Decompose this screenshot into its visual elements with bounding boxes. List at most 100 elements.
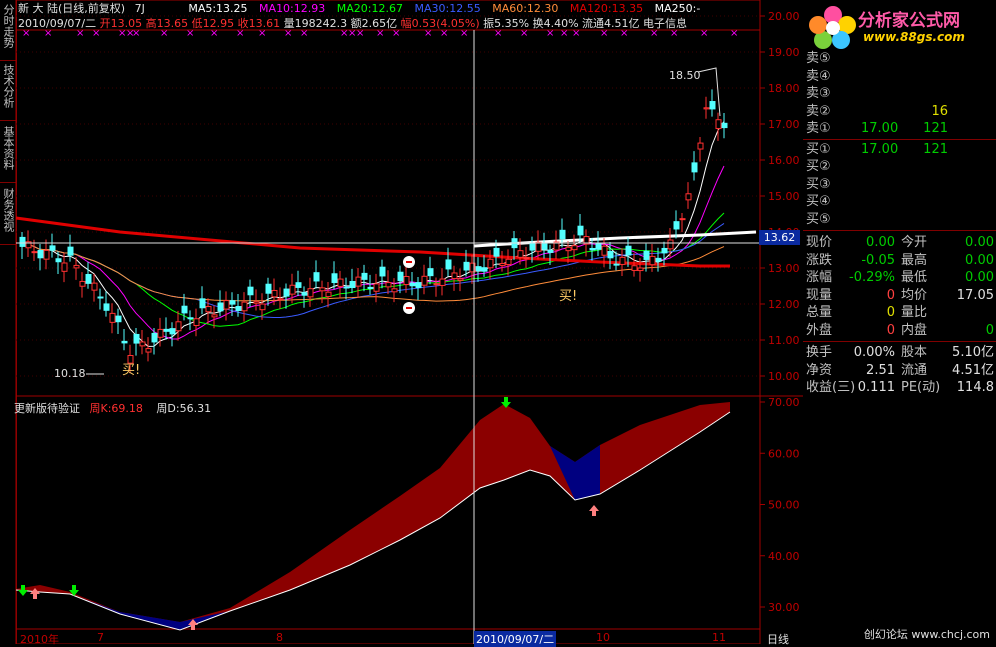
indicator-tick-label: 40.00 — [768, 550, 800, 563]
bar-date: 2010/09/07/二 — [18, 17, 97, 30]
crosshair-price-tag: 13.62 — [759, 230, 800, 245]
candle-body — [715, 119, 722, 129]
candle-body — [631, 265, 638, 271]
quote-stat-row-cell-1: -0.29% — [849, 270, 895, 285]
bid-level-2[interactable]: 买② — [803, 158, 996, 175]
candle-body — [673, 221, 680, 230]
ma10-line — [21, 165, 725, 340]
fund-stat-row-cell-1: 0.111 — [857, 380, 895, 395]
fund-stat-row-cell-3: 5.10亿 — [952, 345, 994, 360]
candle-body — [343, 286, 350, 289]
candle-body — [391, 288, 398, 293]
candle-body — [691, 162, 698, 173]
candle-body — [517, 250, 524, 258]
candle-body — [43, 249, 50, 260]
candle-body — [397, 271, 404, 282]
quote-stat-row: 现量 0 均价 17.05 — [803, 287, 996, 304]
candle-body — [187, 317, 194, 320]
price-tick-label: 10.00 — [768, 370, 800, 383]
flower-logo-icon — [809, 6, 856, 49]
down-arrow-icon — [18, 585, 28, 596]
candle-body — [373, 283, 380, 292]
sector-label: 电子信息 — [643, 17, 688, 30]
logo-url: www.88gs.com — [863, 30, 965, 44]
candle-body — [211, 314, 218, 318]
price-tick-label: 12.00 — [768, 298, 800, 311]
ask-level-5-label: 卖⑤ — [806, 51, 831, 66]
ask-level-4[interactable]: 卖④ — [803, 68, 996, 85]
indicator-k-label: 周K:69.18 — [89, 402, 143, 415]
candle-body — [685, 193, 692, 201]
fund-stat-row-cell-0: 净资 — [806, 362, 833, 378]
amplitude-label: 振5.35% — [483, 17, 530, 30]
candle-body — [559, 229, 566, 240]
ma120-label: MA120:13.35 — [569, 2, 644, 15]
candle-body — [655, 257, 662, 262]
candle-body — [145, 348, 152, 353]
ask-level-3[interactable]: 卖③ — [803, 85, 996, 102]
candle-body — [217, 302, 224, 312]
indicator-d-label: 周D:56.31 — [156, 402, 212, 415]
bid-level-1-label: 买① — [806, 141, 831, 157]
quote-stat-row-cell-1: 0.00 — [866, 235, 895, 250]
indicator-tick-label: 70.00 — [768, 396, 800, 409]
quote-divider — [803, 230, 996, 231]
indicator-axis: 70.00 60.00 50.00 40.00 30.00 — [760, 396, 800, 614]
quote-stat-row-cell-0: 涨跌 — [806, 252, 833, 268]
candle-body — [253, 301, 260, 304]
candle-body — [319, 287, 326, 292]
ask-level-2[interactable]: 卖② 16 — [803, 103, 996, 120]
crosshair — [16, 30, 760, 644]
candle-body — [49, 245, 56, 251]
candle-body — [361, 272, 368, 280]
candle-body — [193, 318, 200, 327]
candle-body — [697, 142, 704, 150]
candle-body — [475, 266, 482, 271]
bid-level-1[interactable]: 买① 17.00 121 — [803, 141, 996, 158]
fund-stat-row-cell-3: 114.8 — [956, 380, 994, 395]
ma5-label: MA5:13.25 — [188, 2, 248, 15]
kline-chart[interactable]: × × × × × ×× × × × × × × × × × × × × × × × × × × × × × × × × × × 20.001… — [0, 0, 803, 644]
candle-body — [667, 239, 674, 250]
candle-body — [421, 275, 428, 286]
candle-body — [229, 300, 236, 305]
candle-body — [409, 282, 416, 287]
ask-level-1[interactable]: 卖① 17.00 121 — [803, 120, 996, 137]
candle-body — [427, 268, 434, 277]
ask-level-3-label: 卖③ — [806, 86, 831, 101]
quote-stat-row-cell-2: 量比 — [901, 305, 928, 320]
candle-body — [577, 225, 584, 236]
candle-body — [661, 247, 668, 254]
candle-body — [463, 261, 470, 271]
candle-body — [325, 291, 332, 298]
candle-body — [31, 251, 38, 254]
ask-level-1-volume: 121 — [923, 121, 948, 136]
candle-body — [379, 266, 386, 277]
ma60-label: MA60:12.30 — [492, 2, 559, 15]
bid-level-3[interactable]: 买③ — [803, 176, 996, 193]
candle-body — [595, 243, 602, 250]
candle-body — [649, 255, 656, 266]
candle-body — [349, 280, 356, 289]
candle-body — [19, 236, 26, 247]
candle-body — [547, 249, 554, 253]
quote-stat-row-cell-2: 均价 — [901, 287, 928, 303]
bid-level-5[interactable]: 买⑤ — [803, 211, 996, 228]
candle-body — [709, 101, 716, 110]
bid-level-2-label: 买② — [806, 159, 831, 174]
candle-body — [613, 263, 620, 266]
bid-level-4[interactable]: 买④ — [803, 193, 996, 210]
candle-body — [241, 301, 248, 312]
ma20-line — [21, 212, 725, 327]
change-label: 幅0.53(4.05%) — [400, 17, 480, 30]
candle-body — [277, 298, 284, 301]
candle-body — [181, 305, 188, 314]
high-label: 高13.65 — [145, 17, 189, 30]
ask-level-5[interactable]: 卖⑤ — [803, 50, 996, 67]
candle-body — [493, 247, 500, 257]
candle-body — [481, 267, 488, 272]
period-indicator[interactable]: 日线 — [767, 631, 789, 647]
bid-level-5-label: 买⑤ — [806, 211, 831, 227]
candle-body — [625, 245, 632, 256]
turnover-label: 换4.40% — [532, 17, 579, 30]
